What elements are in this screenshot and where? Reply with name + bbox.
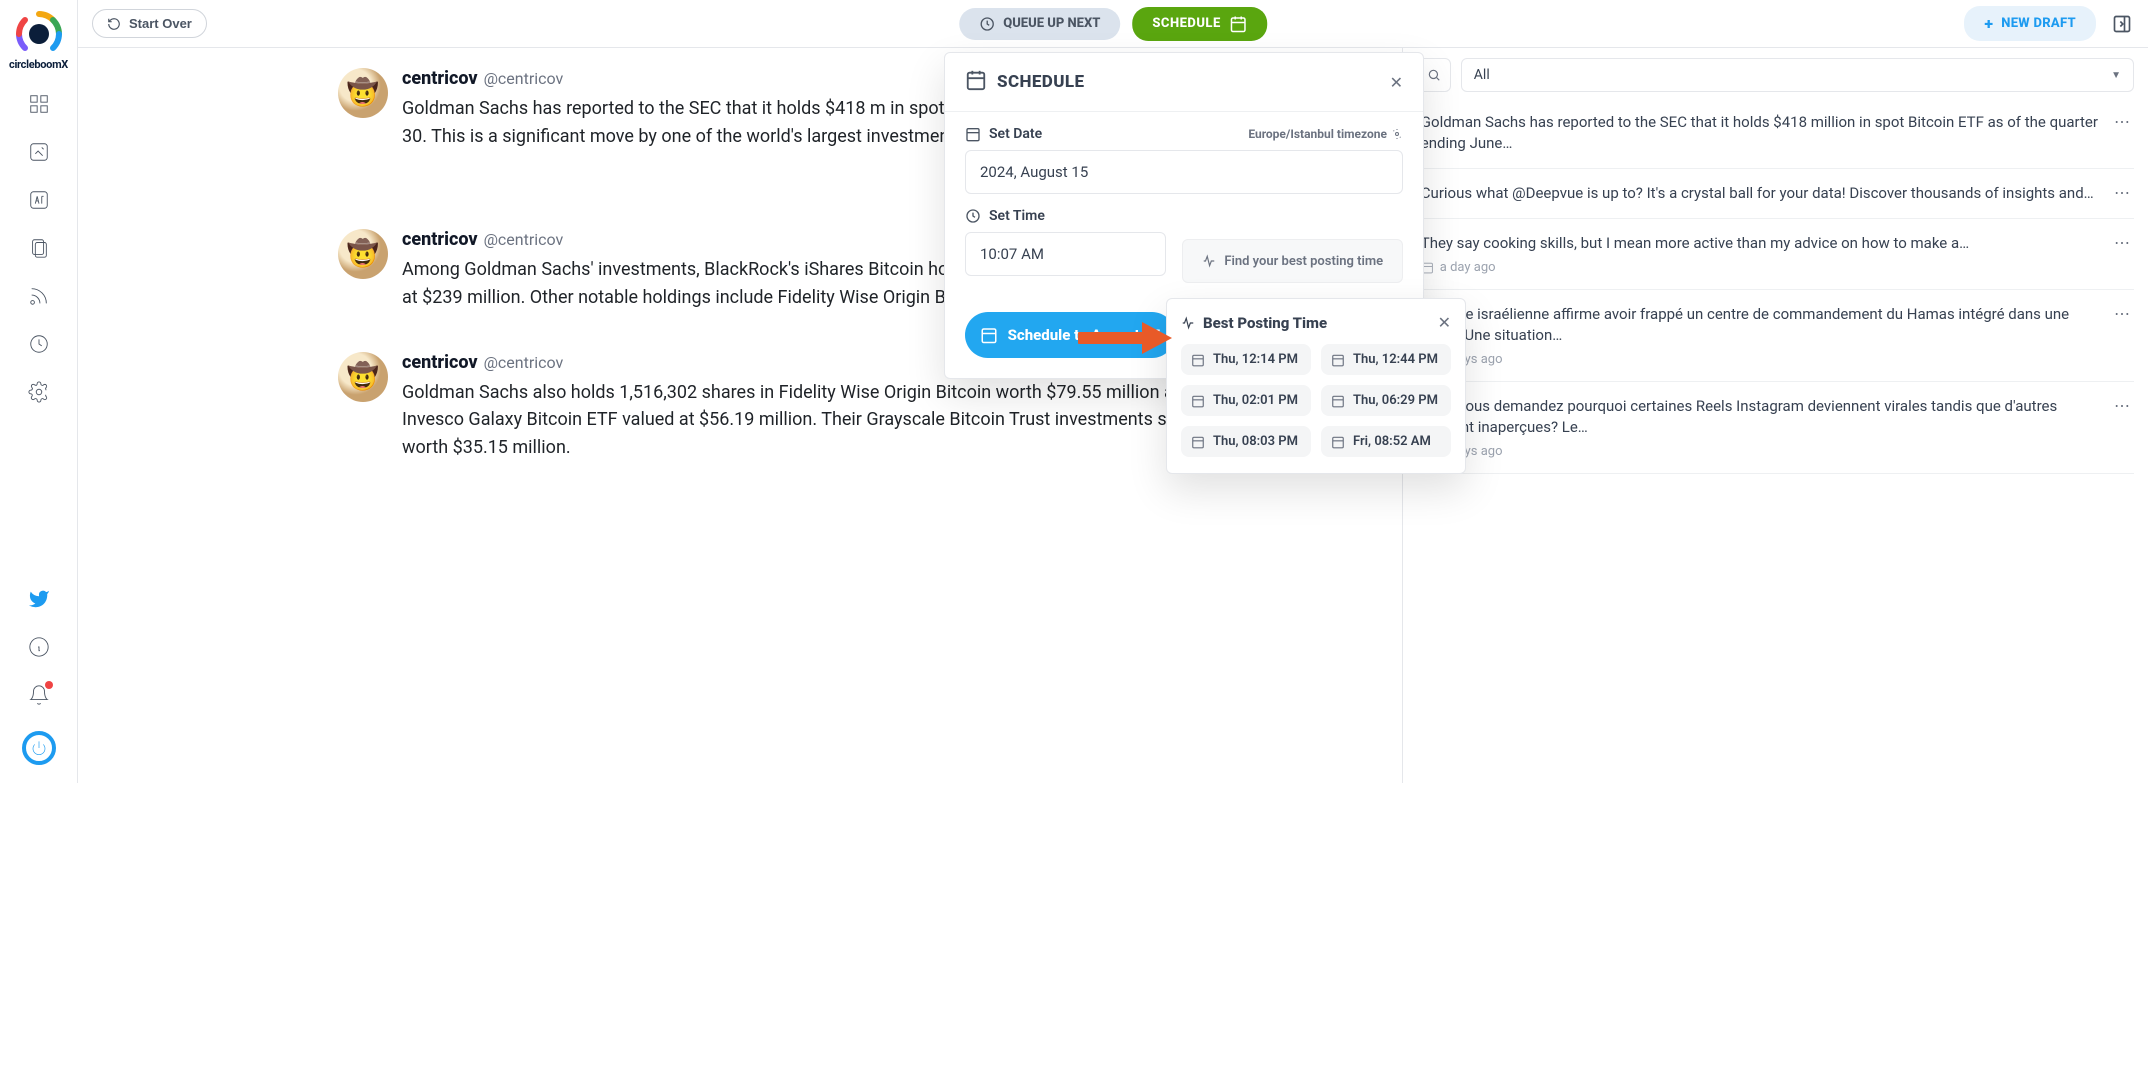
compose-icon[interactable] — [27, 140, 51, 164]
best-time-label: Thu, 06:29 PM — [1353, 393, 1438, 408]
left-nav-rail: circleboomX — [0, 0, 78, 783]
brand-name: circleboomX — [9, 58, 68, 71]
best-time-option[interactable]: Thu, 02:01 PM — [1181, 385, 1311, 416]
draft-item[interactable]: Curious what @Deepvue is up to? It's a c… — [1417, 169, 2134, 219]
best-time-label: Thu, 08:03 PM — [1213, 434, 1298, 449]
schedule-button[interactable]: SCHEDULE — [1132, 7, 1266, 41]
best-time-label: Thu, 12:14 PM — [1213, 352, 1298, 367]
brand-logo: circleboomX — [7, 8, 71, 72]
more-icon[interactable]: ⋯ — [2114, 233, 2130, 275]
new-draft-label: NEW DRAFT — [2001, 16, 2076, 31]
drafts-column: All ▼ Goldman Sachs has reported to the … — [1403, 48, 2148, 783]
draft-item[interactable]: They say cooking skills, but I mean more… — [1417, 219, 2134, 290]
draft-text: They say cooking skills, but I mean more… — [1421, 233, 2106, 254]
avatar — [338, 229, 388, 279]
more-icon[interactable]: ⋯ — [2114, 396, 2130, 459]
best-time-label: Thu, 02:01 PM — [1213, 393, 1298, 408]
best-time-option[interactable]: Thu, 08:03 PM — [1181, 426, 1311, 457]
twitter-icon[interactable] — [27, 587, 51, 611]
close-icon[interactable]: ✕ — [1390, 73, 1403, 92]
queue-label: QUEUE UP NEXT — [1003, 16, 1100, 31]
dashboard-icon[interactable] — [27, 92, 51, 116]
drafts-filter-value: All — [1474, 67, 1490, 83]
settings-icon[interactable] — [27, 380, 51, 404]
best-time-option[interactable]: Thu, 12:14 PM — [1181, 344, 1311, 375]
post-author-name: centricov — [402, 229, 478, 250]
draft-text: Curious what @Deepvue is up to? It's a c… — [1421, 183, 2106, 204]
bell-icon[interactable] — [27, 683, 51, 707]
info-icon[interactable] — [27, 635, 51, 659]
start-over-label: Start Over — [129, 16, 192, 31]
automation-icon[interactable] — [27, 332, 51, 356]
date-input[interactable]: 2024, August 15 — [965, 150, 1403, 194]
set-date-label: Set Date — [965, 126, 1042, 142]
best-posting-time-popup: Best Posting Time ✕ Thu, 12:14 PM Thu, 12… — [1166, 298, 1466, 474]
best-time-option[interactable]: Thu, 12:44 PM — [1321, 344, 1451, 375]
best-posting-title: Best Posting Time — [1203, 314, 1327, 332]
schedule-label: SCHEDULE — [1152, 16, 1220, 31]
rss-icon[interactable] — [27, 284, 51, 308]
chevron-down-icon: ▼ — [2111, 70, 2121, 81]
more-icon[interactable]: ⋯ — [2114, 304, 2130, 367]
draft-text: Vous vous demandez pourquoi certaines Re… — [1421, 396, 2106, 438]
draft-meta: 2 days ago — [1421, 444, 2106, 459]
drafts-filter-select[interactable]: All ▼ — [1461, 58, 2134, 92]
avatar — [338, 68, 388, 118]
avatar — [338, 352, 388, 402]
post-author-handle: @centricov — [484, 230, 564, 249]
set-time-label: Set Time — [965, 208, 1045, 224]
best-time-label: Thu, 12:44 PM — [1353, 352, 1438, 367]
calendar-icon — [965, 69, 987, 95]
draft-text: L'armée israélienne affirme avoir frappé… — [1421, 304, 2106, 346]
time-input[interactable]: 10:07 AM — [965, 232, 1166, 276]
post-author-name: centricov — [402, 68, 478, 89]
draft-text: Goldman Sachs has reported to the SEC th… — [1421, 112, 2106, 154]
draft-item[interactable]: Goldman Sachs has reported to the SEC th… — [1417, 98, 2134, 169]
schedule-modal-title: SCHEDULE — [997, 72, 1084, 92]
best-time-option[interactable]: Thu, 06:29 PM — [1321, 385, 1451, 416]
new-draft-button[interactable]: + NEW DRAFT — [1964, 6, 2096, 41]
draft-item[interactable]: Vous vous demandez pourquoi certaines Re… — [1417, 382, 2134, 474]
find-best-time-button[interactable]: Find your best posting time — [1182, 239, 1403, 283]
draft-item[interactable]: L'armée israélienne affirme avoir frappé… — [1417, 290, 2134, 382]
more-icon[interactable]: ⋯ — [2114, 183, 2130, 204]
pointer-arrow-icon — [1078, 318, 1174, 358]
draft-meta: 2 days ago — [1421, 352, 2106, 367]
start-over-button[interactable]: Start Over — [92, 9, 207, 38]
timezone-label[interactable]: Europe/Istanbul timezone — [1248, 127, 1403, 141]
ai-icon[interactable] — [27, 188, 51, 212]
best-time-label: Fri, 08:52 AM — [1353, 434, 1431, 449]
post-author-handle: @centricov — [484, 69, 564, 88]
topbar: Start Over QUEUE UP NEXT SCHEDULE + NEW … — [78, 0, 2148, 48]
power-icon[interactable] — [22, 731, 56, 765]
post-author-handle: @centricov — [484, 353, 564, 372]
collapse-panel-icon[interactable] — [2110, 12, 2134, 36]
plus-icon: + — [1984, 14, 1993, 33]
close-icon[interactable]: ✕ — [1438, 313, 1451, 332]
post-author-name: centricov — [402, 352, 478, 373]
best-time-option[interactable]: Fri, 08:52 AM — [1321, 426, 1451, 457]
queue-up-next-button[interactable]: QUEUE UP NEXT — [959, 8, 1120, 40]
draft-meta: a day ago — [1421, 260, 2106, 275]
more-icon[interactable]: ⋯ — [2114, 112, 2130, 154]
notes-icon[interactable] — [27, 236, 51, 260]
